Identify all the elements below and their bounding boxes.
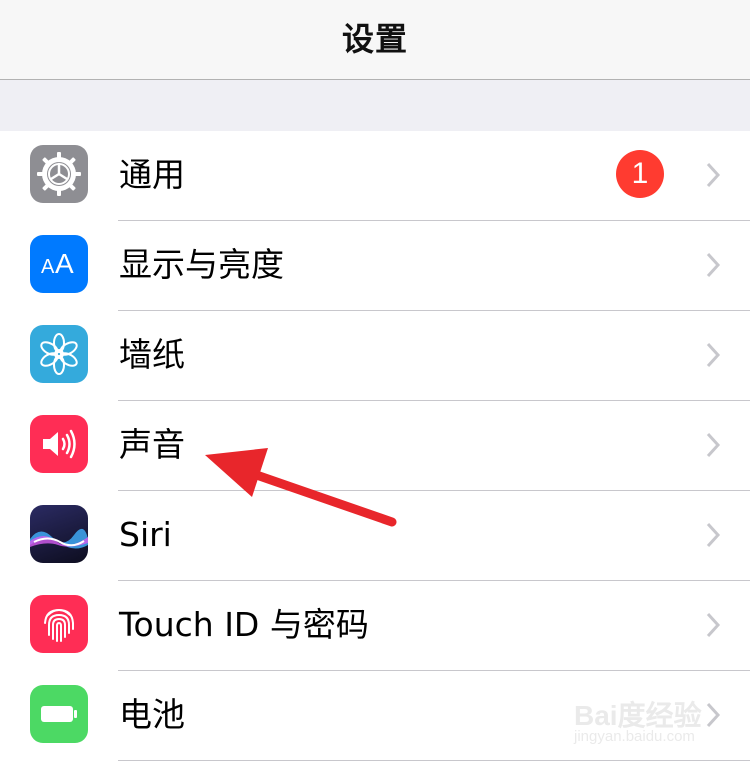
siri-icon — [30, 505, 88, 563]
text-size-icon: A A — [30, 235, 88, 293]
settings-row-label: 电池 — [119, 695, 185, 734]
settings-row-touch-id-passcode[interactable]: Touch ID 与密码 — [0, 581, 750, 671]
navigation-bar: 设置 — [0, 0, 750, 80]
settings-row-sounds[interactable]: 声音 — [0, 401, 750, 491]
settings-row-label: Siri — [119, 515, 172, 554]
chevron-right-icon — [706, 162, 721, 188]
notification-badge: 1 — [616, 150, 664, 198]
battery-icon — [30, 685, 88, 743]
speaker-icon — [30, 415, 88, 473]
settings-list: 通用 1 A A 显示与亮度 墙纸 声音 Siri Touch ID 与密码 电… — [0, 131, 750, 771]
chevron-right-icon — [706, 612, 721, 638]
flower-icon — [30, 325, 88, 383]
watermark-url: jingyan.baidu.com — [574, 728, 695, 745]
chevron-right-icon — [706, 342, 721, 368]
fingerprint-icon — [30, 595, 88, 653]
settings-row-general[interactable]: 通用 1 — [0, 131, 750, 221]
chevron-right-icon — [706, 522, 721, 548]
row-divider — [118, 760, 750, 761]
settings-row-siri[interactable]: Siri — [0, 491, 750, 581]
chevron-right-icon — [706, 432, 721, 458]
page-title: 设置 — [341, 19, 408, 58]
section-gap — [0, 80, 750, 132]
settings-row-wallpaper[interactable]: 墙纸 — [0, 311, 750, 401]
baidu-jingyan-watermark: Bai度经验 jingyan.baidu.com — [574, 694, 744, 754]
settings-row-label: 墙纸 — [119, 335, 185, 374]
settings-row-label: 通用 — [119, 155, 185, 194]
svg-text:A: A — [41, 256, 55, 278]
svg-text:A: A — [55, 248, 74, 279]
settings-row-label: 声音 — [119, 425, 185, 464]
settings-row-display-brightness[interactable]: A A 显示与亮度 — [0, 221, 750, 311]
settings-row-label: 显示与亮度 — [119, 245, 284, 284]
settings-row-label: Touch ID 与密码 — [119, 605, 369, 644]
chevron-right-icon — [706, 252, 721, 278]
gear-icon — [30, 145, 88, 203]
